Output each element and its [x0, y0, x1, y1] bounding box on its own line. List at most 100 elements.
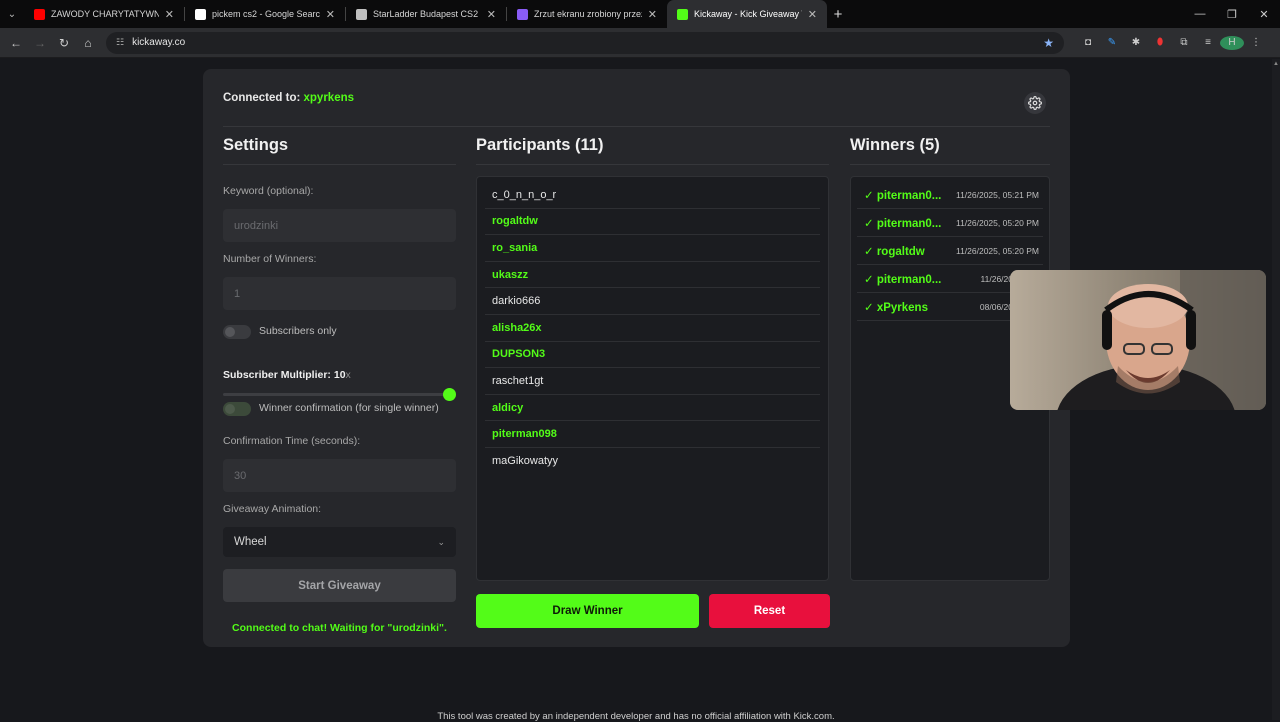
- extension-shield-icon[interactable]: ◘: [1076, 37, 1100, 48]
- participants-list: c_0_n_n_o_r rogaltdw ro_sania ukaszz darkio6…: [476, 176, 829, 581]
- animation-label: Giveaway Animation:: [223, 503, 322, 515]
- winners-divider: [850, 164, 1050, 165]
- bookmark-star-icon[interactable]: ★: [1043, 36, 1054, 50]
- winner-date: 11/26/2025, 05:20 PM: [955, 217, 1039, 228]
- tab-title: Kickaway - Kick Giveaway Tool: [694, 9, 802, 19]
- participants-divider: [476, 164, 829, 165]
- gear-icon[interactable]: [1024, 92, 1046, 114]
- subscriber-multiplier-label: Subscriber Multiplier: 10x: [223, 369, 351, 381]
- tabs-container: ZAWODY CHARYTATYWNE PRA✕pickem cs2 - Goo…: [24, 0, 827, 28]
- participants-title: Participants (11): [476, 136, 604, 154]
- url-text: kickaway.co: [132, 37, 186, 48]
- participant-row: raschet1gt: [485, 368, 820, 395]
- extensions-area: ◘ ✎ ✱ ⬮ ⧉ ≡ H ⋮: [1076, 35, 1268, 50]
- webcam-overlay: [1010, 270, 1266, 410]
- multiplier-suffix: x: [345, 369, 351, 381]
- multiplier-slider-track[interactable]: [223, 393, 449, 396]
- scroll-up-arrow-icon[interactable]: ▲: [1273, 61, 1279, 67]
- page-scrollbar[interactable]: ▲: [1272, 59, 1280, 720]
- multiplier-text: Subscriber Multiplier: 10: [223, 369, 346, 381]
- participant-row: rogaltdw: [485, 209, 820, 236]
- confirmation-time-label: Confirmation Time (seconds):: [223, 435, 361, 447]
- winners-count-input[interactable]: 1: [223, 277, 456, 310]
- tab-favicon-icon: [677, 8, 688, 20]
- winner-date: 11/26/2025, 05:21 PM: [955, 189, 1039, 200]
- extension-record-icon[interactable]: ⬮: [1148, 37, 1172, 48]
- profile-avatar[interactable]: H: [1220, 35, 1244, 50]
- tab-close-icon[interactable]: ✕: [326, 8, 335, 21]
- subscribers-only-label: Subscribers only: [259, 325, 337, 337]
- window-controls: — ❐ ✕: [1184, 0, 1280, 28]
- browser-tab[interactable]: pickem cs2 - Google Search ✕: [185, 0, 345, 28]
- participant-row: piterman098: [485, 421, 820, 448]
- winner-confirmation-toggle[interactable]: [223, 402, 251, 416]
- tab-title: ZAWODY CHARYTATYWNE PRA: [51, 9, 159, 19]
- connection-status: Connected to: xpyrkens: [223, 92, 354, 104]
- start-giveaway-button[interactable]: Start Giveaway: [223, 569, 456, 602]
- close-window-icon[interactable]: ✕: [1248, 8, 1280, 21]
- winner-row: ✓ piterman0... 11/26/2025, 05:20 PM: [857, 209, 1043, 237]
- tab-favicon-icon: [34, 8, 45, 20]
- home-icon[interactable]: ⌂: [76, 36, 100, 50]
- winner-date: 11/26/2025, 05:20 PM: [955, 245, 1039, 256]
- participant-row: DUPSON3: [485, 342, 820, 369]
- kebab-menu-icon[interactable]: ⋮: [1244, 37, 1268, 48]
- participant-row: ro_sania: [485, 235, 820, 262]
- tab-title: pickem cs2 - Google Search: [212, 9, 320, 19]
- reload-icon[interactable]: ↻: [52, 36, 76, 50]
- browser-tab[interactable]: Zrzut ekranu zrobiony przez Lig ✕: [507, 0, 667, 28]
- plus-icon[interactable]: +: [827, 6, 849, 23]
- settings-divider: [223, 164, 456, 165]
- chevron-down-icon: ⌄: [437, 536, 445, 547]
- browser-tab[interactable]: ZAWODY CHARYTATYWNE PRA ✕: [24, 0, 184, 28]
- participant-row: aldicy: [485, 395, 820, 422]
- winner-name: ✓ rogaltdw: [864, 245, 925, 258]
- winner-row: ✓ rogaltdw 11/26/2025, 05:20 PM: [857, 237, 1043, 265]
- tab-close-icon[interactable]: ✕: [808, 8, 817, 21]
- settings-title: Settings: [223, 136, 289, 154]
- draw-winner-button[interactable]: Draw Winner: [476, 594, 699, 628]
- giveaway-card: Connected to: xpyrkens Settings Keyword …: [203, 69, 1070, 647]
- participant-row: c_0_n_n_o_r: [485, 182, 820, 209]
- restore-icon[interactable]: ❐: [1216, 8, 1248, 21]
- participant-row: darkio666: [485, 288, 820, 315]
- browser-tab[interactable]: Kickaway - Kick Giveaway Tool ✕: [667, 0, 827, 28]
- url-field[interactable]: ☷ kickaway.co ★: [106, 31, 1064, 54]
- extension-translate-icon[interactable]: ✎: [1100, 37, 1124, 48]
- tab-favicon-icon: [356, 8, 367, 20]
- winner-row: ✓ piterman0... 11/26/2025, 05:21 PM: [857, 181, 1043, 209]
- media-control-icon[interactable]: ≡: [1196, 37, 1220, 48]
- extension-bug-icon[interactable]: ✱: [1124, 37, 1148, 48]
- tab-search-icon[interactable]: ⌄: [0, 0, 24, 28]
- animation-select[interactable]: Wheel ⌄: [223, 527, 456, 557]
- minimize-icon[interactable]: —: [1184, 8, 1216, 20]
- back-arrow-icon[interactable]: ←: [4, 36, 28, 50]
- forward-arrow-icon[interactable]: →: [28, 36, 52, 50]
- winners-count-label: Number of Winners:: [223, 253, 317, 265]
- tab-favicon-icon: [517, 8, 528, 20]
- footer-disclaimer: This tool was created by an independent …: [437, 711, 835, 722]
- winner-confirmation-label: Winner confirmation (for single winner): [259, 402, 439, 414]
- confirmation-time-input[interactable]: 30: [223, 459, 456, 492]
- winner-name: ✓ piterman0...: [864, 217, 942, 230]
- tab-close-icon[interactable]: ✕: [648, 8, 657, 21]
- extensions-puzzle-icon[interactable]: ⧉: [1172, 37, 1196, 48]
- subscribers-only-toggle[interactable]: [223, 325, 251, 339]
- browser-tab[interactable]: StarLadder Budapest CS2 Majo ✕: [346, 0, 506, 28]
- participant-row: maGikowatyy: [492, 455, 559, 468]
- reset-button[interactable]: Reset: [709, 594, 830, 628]
- tab-close-icon[interactable]: ✕: [487, 8, 496, 21]
- card-header: Connected to: xpyrkens: [223, 69, 1050, 127]
- keyword-input[interactable]: urodzinki: [223, 209, 456, 242]
- connected-label: Connected to:: [223, 91, 301, 104]
- channel-name: xpyrkens: [303, 91, 355, 104]
- tab-close-icon[interactable]: ✕: [165, 8, 174, 21]
- toggle-knob: [225, 327, 235, 337]
- participants-list-inner: c_0_n_n_o_r rogaltdw ro_sania ukaszz darkio6…: [477, 182, 828, 475]
- tab-title: Zrzut ekranu zrobiony przez Lig: [534, 9, 642, 19]
- multiplier-slider-thumb[interactable]: [443, 388, 456, 401]
- site-info-icon[interactable]: ☷: [116, 37, 124, 48]
- keyword-label: Keyword (optional):: [223, 185, 314, 197]
- winner-name: ✓ piterman0...: [864, 189, 942, 202]
- toggle-knob: [225, 404, 235, 414]
